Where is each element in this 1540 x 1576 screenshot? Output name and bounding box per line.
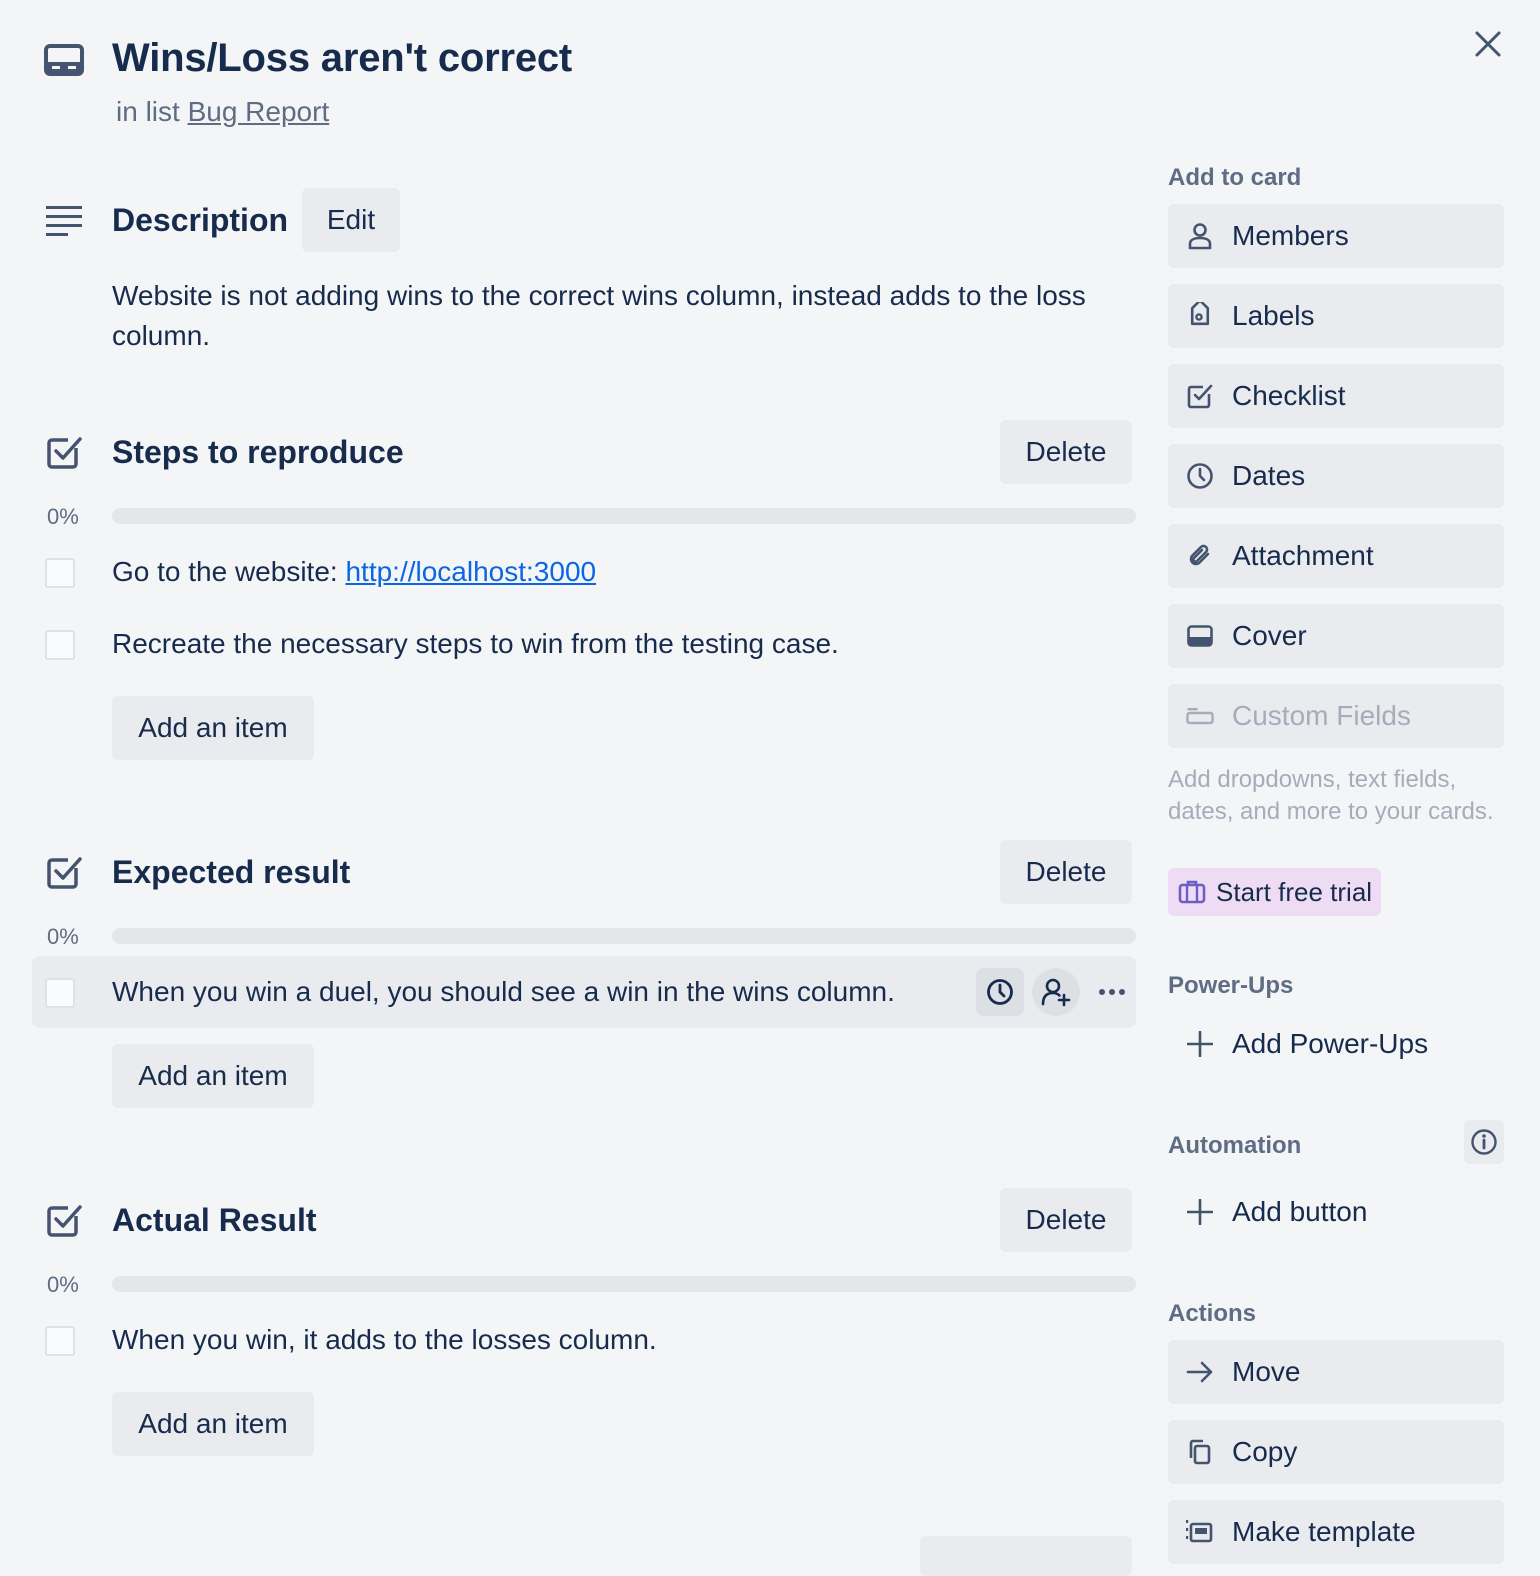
person-icon (1188, 223, 1212, 250)
delete-checklist-button[interactable]: Delete (1000, 1188, 1132, 1252)
paperclip-icon (1189, 544, 1210, 566)
template-icon (1186, 1520, 1213, 1543)
copy-label: Copy (1232, 1436, 1298, 1467)
checklist-progress-label: 0% (47, 1272, 79, 1297)
checklist-item-checkbox[interactable] (45, 1326, 75, 1356)
checklist-icon (46, 434, 82, 470)
checklist-item-link[interactable]: http://localhost:3000 (345, 556, 596, 587)
checklist-button[interactable]: Checklist (1168, 364, 1504, 428)
checklist-progress-label: 0% (47, 504, 79, 529)
cover-button[interactable]: Cover (1168, 604, 1504, 668)
plus-icon (1187, 1031, 1213, 1057)
checklist-item-text[interactable]: Go to the website: http://localhost:3000 (112, 556, 596, 588)
add-to-card-heading: Add to card (1168, 164, 1302, 191)
card-cover-icon (44, 44, 84, 76)
checklist-item-text[interactable]: When you win a duel, you should see a wi… (112, 976, 895, 1008)
description-text[interactable]: Website is not adding wins to the correc… (112, 276, 1142, 356)
move-button[interactable]: Move (1168, 1340, 1504, 1404)
members-button[interactable]: Members (1168, 204, 1504, 268)
start-free-trial-label: Start free trial (1216, 876, 1373, 907)
plus-icon (1187, 1199, 1213, 1225)
checklist-title[interactable]: Expected result (112, 854, 350, 891)
members-label: Members (1232, 220, 1349, 251)
labels-label: Labels (1232, 300, 1315, 331)
make-template-button[interactable]: Make template (1168, 1500, 1504, 1564)
add-powerups-button[interactable]: Add Power-Ups (1168, 1012, 1504, 1076)
custom-fields-label: Custom Fields (1232, 700, 1411, 731)
description-icon (46, 206, 82, 236)
copy-icon (1189, 1439, 1211, 1465)
add-item-button[interactable]: Add an item (112, 1044, 314, 1108)
custom-fields-description: Add dropdowns, text fields, dates, and m… (1168, 766, 1494, 825)
checklist-icon (1187, 384, 1213, 409)
checklist-item-checkbox[interactable] (45, 558, 75, 588)
checklist-icon (46, 1202, 82, 1238)
arrow-right-icon (1186, 1361, 1213, 1383)
attachment-label: Attachment (1232, 540, 1374, 571)
add-member-icon (1041, 978, 1071, 1007)
delete-checklist-button[interactable]: Delete (1000, 840, 1132, 904)
checklist-label: Checklist (1232, 380, 1346, 411)
add-item-button[interactable]: Add an item (112, 1392, 314, 1456)
add-item-button[interactable]: Add an item (112, 696, 314, 760)
checklist-item-checkbox[interactable] (45, 630, 75, 660)
copy-button[interactable]: Copy (1168, 1420, 1504, 1484)
custom-fields-button[interactable]: Custom Fields (1168, 684, 1504, 748)
start-free-trial-button[interactable]: Start free trial (1168, 868, 1381, 916)
dates-label: Dates (1232, 460, 1306, 491)
attachment-button[interactable]: Attachment (1168, 524, 1504, 588)
in-list-prefix: in list (116, 96, 180, 127)
automation-heading: Automation (1168, 1132, 1302, 1159)
checklist-progress-bar (112, 928, 1136, 944)
clock-icon (1187, 463, 1213, 489)
checklist-item-label[interactable]: Go to the website: (112, 556, 345, 587)
checklist-progress-label: 0% (47, 924, 79, 949)
make-template-label: Make template (1232, 1516, 1416, 1547)
add-button-label: Add button (1232, 1196, 1368, 1227)
actions-heading: Actions (1168, 1300, 1257, 1327)
close-icon (1475, 31, 1501, 57)
automation-info-button[interactable] (1464, 1120, 1504, 1164)
delete-checklist-button[interactable]: Delete (1000, 420, 1132, 484)
list-breadcrumb: in list Bug Report (116, 96, 329, 128)
cover-icon (1187, 625, 1213, 647)
item-assign-member-button[interactable] (1032, 968, 1080, 1016)
checklist-icon (46, 854, 82, 890)
checklist-item-text[interactable]: When you win, it adds to the losses colu… (112, 1324, 657, 1356)
checklist-progress-bar (112, 1276, 1136, 1292)
briefcase-icon (1178, 880, 1206, 904)
checklist-progress-bar (112, 508, 1136, 524)
dates-button[interactable]: Dates (1168, 444, 1504, 508)
move-label: Move (1232, 1356, 1301, 1387)
tag-icon (1190, 302, 1210, 326)
card-title[interactable]: Wins/Loss aren't correct (112, 36, 572, 81)
custom-fields-icon (1186, 708, 1214, 725)
close-button[interactable] (1466, 22, 1510, 66)
checklist-item-checkbox[interactable] (45, 978, 75, 1008)
description-title: Description (112, 202, 289, 238)
powerups-heading: Power-Ups (1168, 972, 1294, 999)
item-due-date-button[interactable] (976, 968, 1024, 1016)
add-powerups-label: Add Power-Ups (1232, 1028, 1429, 1059)
cover-label: Cover (1232, 620, 1307, 651)
clock-icon (987, 979, 1013, 1005)
edit-description-button[interactable]: Edit (302, 188, 400, 252)
checklist-item-text[interactable]: Recreate the necessary steps to win from… (112, 628, 839, 660)
checklist-title[interactable]: Steps to reproduce (112, 434, 404, 471)
more-icon (1099, 989, 1125, 995)
add-button-button[interactable]: Add button (1168, 1180, 1504, 1244)
partial-button[interactable] (920, 1536, 1132, 1576)
item-more-button[interactable] (1088, 968, 1136, 1016)
labels-button[interactable]: Labels (1168, 284, 1504, 348)
checklist-title[interactable]: Actual Result (112, 1202, 316, 1239)
info-icon (1471, 1129, 1497, 1155)
list-link[interactable]: Bug Report (188, 96, 330, 127)
